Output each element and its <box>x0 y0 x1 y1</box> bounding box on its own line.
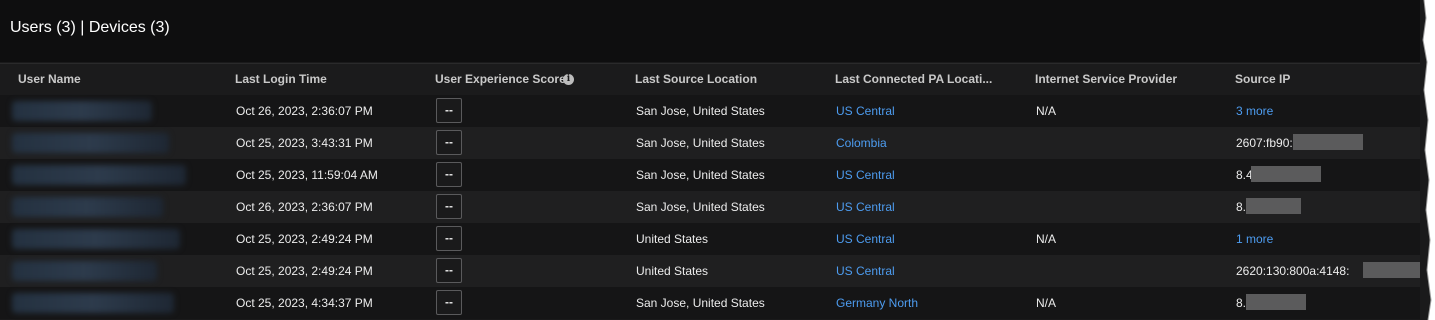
pa-location-link[interactable]: US Central <box>836 104 895 118</box>
source-ip: 2620:130:800a:4148: <box>1236 264 1350 278</box>
info-icon[interactable]: i <box>563 74 574 85</box>
last-source-location: San Jose, United States <box>636 136 765 150</box>
last-source-location: United States <box>636 264 709 278</box>
source-ip-redaction <box>1251 166 1321 182</box>
internet-service-provider: N/A <box>1036 104 1057 118</box>
user-name-redacted[interactable] <box>12 101 152 121</box>
user-experience-score-button[interactable]: -- <box>436 258 462 283</box>
last-source-location: United States <box>636 232 709 246</box>
source-ip-redaction <box>1293 134 1363 150</box>
last-login-time: Oct 25, 2023, 4:34:37 PM <box>236 296 373 310</box>
source-ip-redaction <box>1246 198 1301 214</box>
column-header-source-ip[interactable]: Source IP <box>1235 72 1290 86</box>
pa-location-link[interactable]: Colombia <box>836 136 887 150</box>
table-row[interactable]: Oct 25, 2023, 3:43:31 PM -- San Jose, Unit… <box>0 127 1422 159</box>
users-devices-panel: Users (3) | Devices (3) User Name Last L… <box>0 0 1422 320</box>
last-source-location: San Jose, United States <box>636 168 765 182</box>
table-row[interactable]: Oct 25, 2023, 2:49:24 PM -- United States U… <box>0 255 1422 287</box>
panel-title: Users (3) | Devices (3) <box>10 19 170 36</box>
column-header-last-login-time[interactable]: Last Login Time <box>235 72 327 86</box>
last-source-location: San Jose, United States <box>636 296 765 310</box>
table-row[interactable]: Oct 25, 2023, 11:59:04 AM -- San Jose, Uni… <box>0 159 1422 191</box>
internet-service-provider: N/A <box>1036 232 1057 246</box>
user-experience-score-button[interactable]: -- <box>436 162 462 187</box>
user-name-redacted[interactable] <box>12 293 174 313</box>
last-login-time: Oct 26, 2023, 2:36:07 PM <box>236 200 373 214</box>
column-header-user-experience-score[interactable]: User Experience Score <box>435 72 566 86</box>
table-row[interactable]: Oct 25, 2023, 2:49:24 PM -- United States U… <box>0 223 1422 255</box>
user-experience-score-button[interactable]: -- <box>436 194 462 219</box>
pa-location-link[interactable]: US Central <box>836 168 895 182</box>
last-login-time: Oct 26, 2023, 2:36:07 PM <box>236 104 373 118</box>
pa-location-link[interactable]: Germany North <box>836 296 918 310</box>
table-row[interactable]: Oct 26, 2023, 2:36:07 PM -- San Jose, Unit… <box>0 191 1422 223</box>
source-ip-redaction <box>1246 294 1306 310</box>
source-ip-more-link[interactable]: 3 more <box>1236 104 1273 118</box>
column-header-last-source-location[interactable]: Last Source Location <box>635 72 757 86</box>
user-name-redacted[interactable] <box>12 133 169 153</box>
table-header: User Name Last Login Time User Experienc… <box>0 63 1422 96</box>
source-ip: 8. <box>1236 296 1247 310</box>
source-ip-more-link[interactable]: 1 more <box>1236 232 1273 246</box>
user-experience-score-button[interactable]: -- <box>436 226 462 251</box>
table-row[interactable]: Oct 26, 2023, 2:36:07 PM -- San Jose, Unit… <box>0 95 1422 127</box>
user-experience-score-button[interactable]: -- <box>436 290 462 315</box>
internet-service-provider: N/A <box>1036 296 1057 310</box>
user-name-redacted[interactable] <box>12 165 186 185</box>
last-login-time: Oct 25, 2023, 2:49:24 PM <box>236 264 373 278</box>
pa-location-link[interactable]: US Central <box>836 264 895 278</box>
last-login-time: Oct 25, 2023, 2:49:24 PM <box>236 232 373 246</box>
last-login-time: Oct 25, 2023, 3:43:31 PM <box>236 136 373 150</box>
panel-header: Users (3) | Devices (3) <box>0 0 1422 62</box>
column-header-last-connected-pa-location[interactable]: Last Connected PA Locati... <box>835 72 992 86</box>
user-name-redacted[interactable] <box>12 261 157 281</box>
user-name-redacted[interactable] <box>12 197 163 217</box>
source-ip-redaction <box>1363 262 1422 278</box>
user-name-redacted[interactable] <box>12 229 180 249</box>
table-row[interactable]: Oct 25, 2023, 4:34:37 PM -- San Jose, Unit… <box>0 287 1422 319</box>
user-experience-score-button[interactable]: -- <box>436 130 462 155</box>
column-header-internet-service-provider[interactable]: Internet Service Provider <box>1035 72 1177 86</box>
pa-location-link[interactable]: US Central <box>836 200 895 214</box>
pa-location-link[interactable]: US Central <box>836 232 895 246</box>
column-header-user-name[interactable]: User Name <box>18 72 81 86</box>
torn-edge <box>1420 0 1432 320</box>
last-source-location: San Jose, United States <box>636 200 765 214</box>
last-source-location: San Jose, United States <box>636 104 765 118</box>
last-login-time: Oct 25, 2023, 11:59:04 AM <box>236 168 378 182</box>
user-experience-score-button[interactable]: -- <box>436 98 462 123</box>
